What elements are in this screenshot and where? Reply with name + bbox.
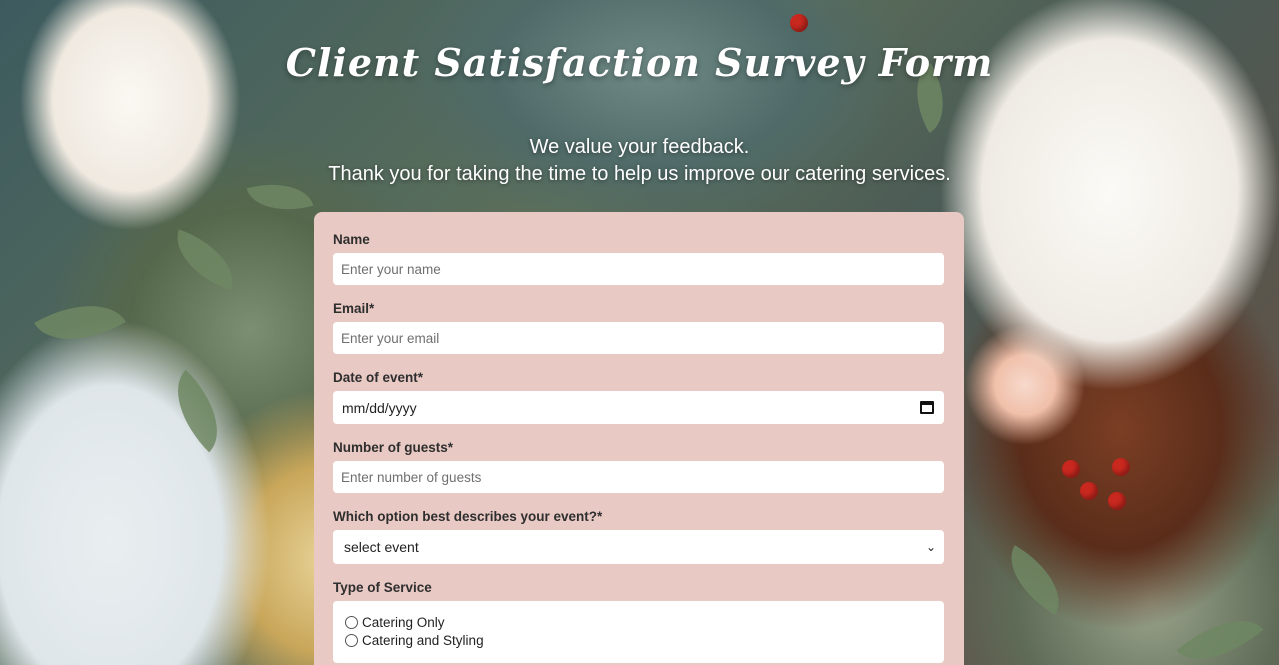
guests-label: Number of guests*	[333, 440, 454, 455]
berry-decoration	[790, 14, 808, 32]
radio-option-catering-and-styling[interactable]: Catering and Styling	[345, 631, 932, 649]
email-label: Email*	[333, 301, 375, 316]
date-input[interactable]: mm/dd/yyyy	[333, 391, 944, 424]
email-field-group: Email*	[333, 301, 945, 354]
email-input[interactable]	[333, 322, 944, 354]
name-label: Name	[333, 232, 370, 247]
name-field-group: Name	[333, 232, 945, 285]
page-title: Client Satisfaction Survey Form	[285, 40, 994, 85]
date-field-group: Date of event* mm/dd/yyyy	[333, 370, 945, 424]
berry-decoration	[1062, 460, 1080, 478]
leaf-decoration	[1176, 598, 1264, 665]
event-type-label: Which option best describes your event?*	[333, 509, 603, 524]
subtitle-line-1: We value your feedback.	[529, 136, 750, 158]
radio-label: Catering and Styling	[362, 632, 484, 648]
calendar-icon[interactable]	[920, 401, 934, 414]
service-field-group: Type of Service Catering Only Catering a…	[333, 580, 945, 663]
page-subtitle: We value your feedback. Thank you for ta…	[0, 134, 1279, 188]
radio-option-catering-only[interactable]: Catering Only	[345, 613, 932, 631]
event-type-selected: select event	[344, 539, 419, 555]
radio-button[interactable]	[345, 633, 358, 647]
leaf-decoration	[34, 283, 126, 362]
survey-form: Name Email* Date of event* mm/dd/yyyy Nu…	[314, 212, 964, 665]
guests-input[interactable]	[333, 461, 944, 493]
radio-label: Catering Only	[362, 614, 445, 630]
radio-button[interactable]	[345, 615, 358, 629]
date-label: Date of event*	[333, 370, 424, 385]
leaf-decoration	[156, 369, 239, 453]
event-type-field-group: Which option best describes your event?*…	[333, 509, 945, 564]
name-input[interactable]	[333, 253, 944, 285]
berry-decoration	[1080, 482, 1098, 500]
berry-decoration	[1112, 458, 1130, 476]
date-value: mm/dd/yyyy	[342, 399, 417, 416]
event-type-select[interactable]: select event ⌄	[333, 530, 944, 564]
berry-decoration	[1108, 492, 1126, 510]
service-radio-group: Catering Only Catering and Styling	[333, 601, 944, 663]
service-label: Type of Service	[333, 580, 432, 595]
leaf-decoration	[165, 229, 245, 291]
subtitle-line-2: Thank you for taking the time to help us…	[328, 163, 951, 185]
chevron-down-icon: ⌄	[925, 540, 936, 554]
guests-field-group: Number of guests*	[333, 440, 945, 493]
leaf-decoration	[994, 545, 1076, 615]
